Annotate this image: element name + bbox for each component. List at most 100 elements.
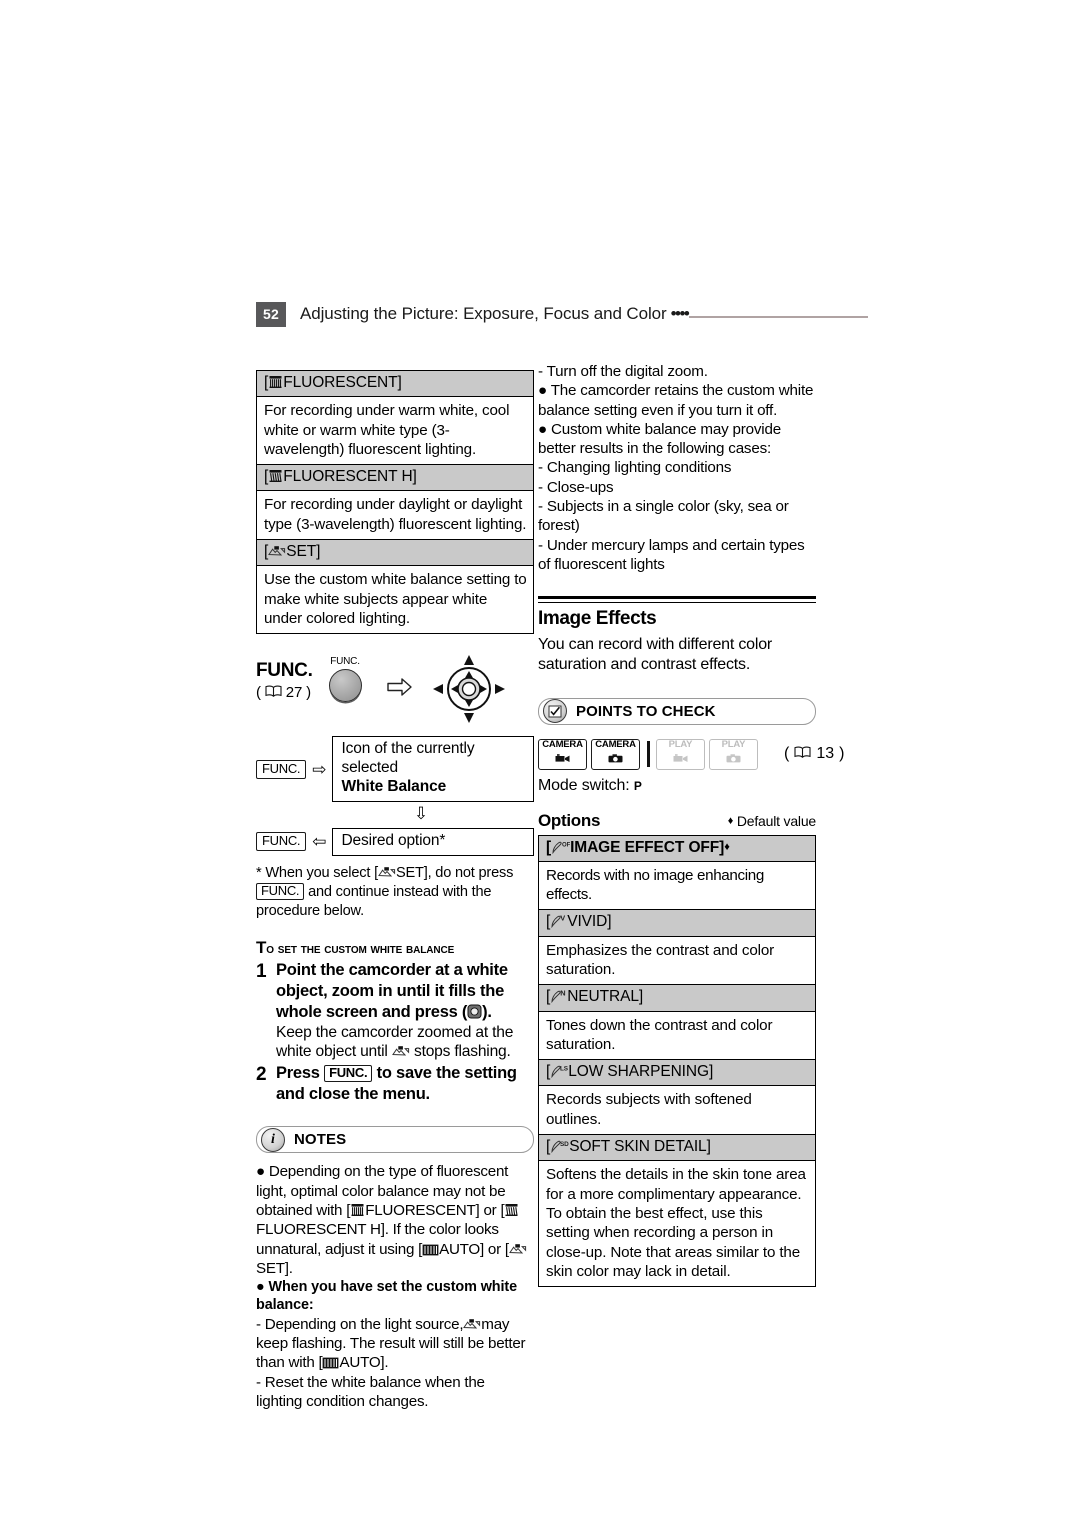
vivid-icon: V — [550, 914, 567, 929]
running-header: 52 Adjusting the Picture: Exposure, Focu… — [256, 300, 868, 328]
footnote-part-1: * When you select [ — [256, 865, 378, 882]
step-1-sub-line2: stops flashing. — [413, 1043, 511, 1061]
header-rule — [689, 315, 868, 318]
func-step-1-line1: Icon of the currently selected — [341, 740, 475, 777]
effect-option-label: LOW SHARPENING — [568, 1063, 709, 1081]
mode-switch-line: Mode switch: P — [538, 777, 816, 795]
procedure-step-1: 1 Point the camcorder at a white object,… — [256, 960, 534, 1062]
wb-option-description: For recording under warm white, cool whi… — [257, 397, 533, 466]
func-tag-button[interactable]: FUNC. — [256, 759, 307, 779]
notes-p1-d: AUTO] or [ — [439, 1240, 509, 1258]
mode-page-number: 13 — [816, 745, 835, 763]
step-body: Point the camcorder at a white object, z… — [276, 960, 534, 1062]
notes-paragraph-1: ● Depending on the type of fluorescent l… — [256, 1162, 534, 1278]
points-to-check-text: POINTS TO CHECK — [576, 702, 716, 720]
mode-chip-label: CAMERA — [595, 739, 636, 751]
section-divider — [538, 596, 816, 604]
wb-option-header: [FLUORESCENT] — [257, 371, 533, 398]
effect-option-description: Records subjects with softened outlines. — [539, 1086, 815, 1136]
manual-page: 52 Adjusting the Picture: Exposure, Focu… — [0, 0, 1080, 1528]
still-camera-icon — [608, 750, 623, 768]
right-column: - Turn off the digital zoom. ● The camco… — [538, 362, 844, 1288]
svg-text:OFF: OFF — [562, 842, 570, 848]
auto-wb-icon — [322, 1357, 339, 1369]
image-effect-off-icon: OFF — [551, 840, 570, 854]
fluorescent-icon — [268, 375, 283, 389]
notes-caption-box: i NOTES — [256, 1126, 534, 1154]
svg-text:V: V — [560, 914, 565, 922]
default-value-text: Default value — [736, 812, 816, 829]
options-header-row: Options ♦ Default value — [538, 811, 816, 831]
options-label: Options — [538, 810, 601, 830]
notes-body: ● Depending on the type of fluorescent l… — [256, 1162, 534, 1411]
func-page-number: 27 — [285, 684, 303, 702]
continued-note-item: ● The camcorder retains the custom white… — [538, 382, 814, 419]
notes-p1-b: FLUORESCENT] or [ — [365, 1202, 505, 1220]
func-tag-button[interactable]: FUNC. — [256, 832, 307, 852]
left-column: [FLUORESCENT] For recording under warm w… — [256, 370, 534, 1411]
procedure-title: To set the custom white balance — [256, 938, 455, 958]
mode-chip-camera-movie: CAMERA — [538, 738, 587, 770]
continued-notes-list: - Turn off the digital zoom. ● The camco… — [538, 362, 816, 574]
effect-option-header: [OFFIMAGE EFFECT OFF]♦ — [539, 835, 815, 862]
running-header-title: Adjusting the Picture: Exposure, Focus a… — [300, 304, 667, 323]
func-diagram: FUNC. ( 27 ) FUNC. FUNC. ⇨ Icon of the c… — [256, 654, 534, 856]
low-sharpening-icon: LS — [550, 1064, 568, 1079]
joystick-press-icon — [467, 1004, 482, 1019]
footnote-part-2: SET], do not press — [395, 865, 514, 882]
joystick-icon — [432, 654, 506, 729]
arrow-right-icon: ⇨ — [312, 759, 327, 779]
step-1-sub-text: Keep the camcorder zoomed at the white o… — [276, 1023, 534, 1062]
svg-text:N: N — [560, 989, 565, 997]
effect-option-label: SOFT SKIN DETAIL — [569, 1138, 707, 1156]
step-number: 1 — [256, 961, 267, 983]
checklist-icon — [543, 699, 567, 724]
effect-option-header: [N NEUTRAL] — [539, 985, 815, 1012]
continued-note-item: ● Custom white balance may provide bette… — [538, 420, 781, 458]
effect-option-header: [LS LOW SHARPENING] — [539, 1060, 815, 1087]
right-arrow-icon — [386, 677, 414, 702]
func-step-2: FUNC. ⇦ Desired option* — [256, 827, 534, 856]
section-title: Image Effects — [538, 608, 657, 630]
arrow-down-icon: ⇩ — [413, 803, 429, 823]
func-heading: FUNC. — [256, 660, 313, 682]
soft-skin-detail-icon: SD — [550, 1139, 569, 1154]
step-body: Press FUNC. to save the setting and clos… — [276, 1063, 534, 1105]
func-tag-button[interactable]: FUNC. — [324, 1064, 373, 1082]
procedure-step-2: 2 Press FUNC. to save the setting and cl… — [256, 1063, 534, 1105]
movie-camera-icon — [673, 750, 689, 768]
wb-option-label: FLUORESCENT — [283, 374, 398, 391]
movie-camera-icon — [555, 750, 571, 768]
fluorescent-h-icon — [268, 469, 283, 483]
effect-option-description: Records with no image enhancing effects. — [539, 861, 815, 911]
continued-note-item: - Changing lighting conditions — [538, 459, 732, 477]
footnote-part-3: and continue instead with the — [308, 883, 492, 900]
func-button-knob — [328, 669, 362, 703]
book-icon — [794, 745, 811, 763]
mode-separator — [647, 741, 650, 768]
step-number: 2 — [256, 1063, 267, 1085]
points-to-check-caption-box: POINTS TO CHECK — [538, 697, 816, 725]
func-footnote: * When you select [ SET], do not press FU… — [256, 864, 534, 920]
notes-p3-c: AUTO]. — [339, 1354, 389, 1372]
footnote-part-4: procedure below. — [256, 902, 364, 919]
still-camera-icon — [726, 750, 741, 768]
func-step-1-line2: White Balance — [341, 778, 447, 796]
effect-option-label: NEUTRAL — [567, 988, 639, 1006]
effect-option-label: IMAGE EFFECT OFF — [570, 838, 720, 856]
effect-option-header: [V VIVID] — [539, 910, 815, 937]
notes-p3-a: - Depending on the light source, — [256, 1315, 464, 1333]
default-marker-icon: ♦ — [724, 840, 730, 853]
effect-option-description: Emphasizes the contrast and color satura… — [539, 936, 815, 986]
custom-wb-set-icon — [463, 1318, 481, 1331]
section-intro: You can record with different color satu… — [538, 636, 773, 674]
step-1-bold-text-2: ). — [482, 1002, 492, 1021]
func-step-1-box: Icon of the currently selected White Bal… — [332, 736, 534, 802]
notes-caption-text: NOTES — [294, 1131, 347, 1149]
func-tag-button[interactable]: FUNC. — [256, 882, 305, 900]
continued-note-item: - Under mercury lamps and certain types … — [538, 536, 805, 573]
fluorescent-icon — [350, 1203, 365, 1217]
notes-p1-e: SET]. — [256, 1259, 293, 1277]
effect-option-description: Softens the details in the skin tone are… — [539, 1161, 815, 1288]
mode-chip-play-movie: PLAY — [656, 738, 705, 770]
